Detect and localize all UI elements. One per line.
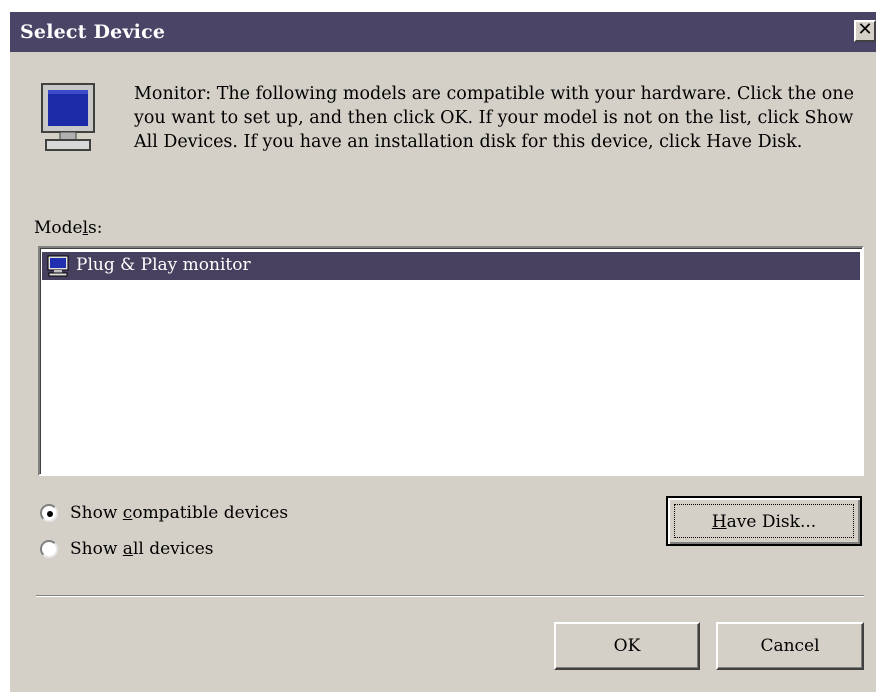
radio-selected-dot bbox=[47, 511, 53, 517]
list-item-label: Plug & Play monitor bbox=[76, 255, 251, 275]
close-icon: ✕ bbox=[857, 19, 873, 40]
list-item[interactable]: Plug & Play monitor bbox=[42, 252, 860, 280]
monitor-icon bbox=[41, 83, 95, 151]
cancel-button[interactable]: Cancel bbox=[716, 622, 864, 670]
select-device-dialog: Select Device ✕ Monitor: The following m… bbox=[10, 12, 876, 692]
have-disk-button[interactable]: Have Disk... bbox=[666, 496, 862, 546]
show-compatible-label: Show compatible devices bbox=[70, 503, 289, 523]
models-label: Models: bbox=[34, 218, 103, 238]
separator bbox=[36, 595, 864, 597]
monitor-icon bbox=[47, 255, 69, 277]
close-button[interactable]: ✕ bbox=[854, 20, 876, 42]
models-list[interactable]: Plug & Play monitor bbox=[38, 246, 864, 476]
radio-button[interactable] bbox=[40, 504, 58, 522]
focus-rectangle: Have Disk... bbox=[674, 504, 854, 538]
show-all-label: Show all devices bbox=[70, 539, 214, 559]
intro-text: Monitor: The following models are compat… bbox=[134, 84, 854, 152]
window-title: Select Device bbox=[20, 21, 166, 43]
ok-button[interactable]: OK bbox=[554, 622, 700, 670]
title-bar[interactable]: Select Device ✕ bbox=[10, 12, 876, 52]
radio-button[interactable] bbox=[40, 540, 58, 558]
